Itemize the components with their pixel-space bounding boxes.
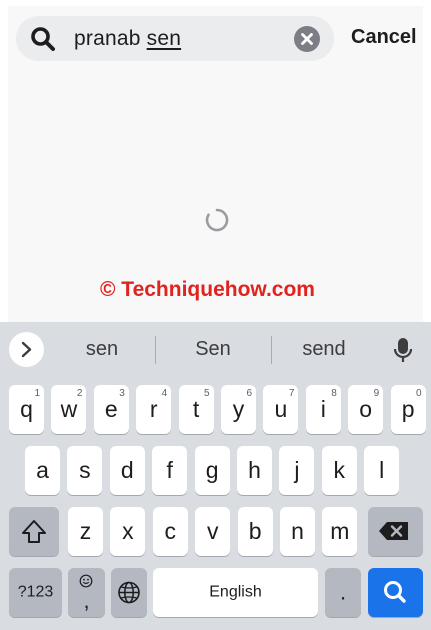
search-icon bbox=[384, 581, 406, 603]
suggestion-divider bbox=[155, 336, 156, 364]
comma-label: , bbox=[83, 588, 90, 613]
key-n[interactable]: n bbox=[280, 507, 315, 556]
suggestion-1[interactable]: sen bbox=[52, 338, 152, 361]
key-label: g bbox=[205, 456, 219, 483]
key-b[interactable]: b bbox=[237, 507, 273, 556]
key-label: t bbox=[192, 395, 200, 422]
chevron-right-icon bbox=[21, 341, 32, 358]
key-j[interactable]: j bbox=[279, 446, 315, 495]
key-o[interactable]: o9 bbox=[348, 385, 384, 434]
key-a[interactable]: a bbox=[25, 446, 60, 495]
key-m[interactable]: m bbox=[322, 507, 358, 556]
key-label: d bbox=[120, 456, 134, 483]
key-label: r bbox=[149, 395, 158, 422]
key-label: h bbox=[248, 456, 261, 483]
backspace-icon bbox=[379, 522, 408, 540]
key-label: y bbox=[232, 395, 245, 422]
key-hint: 3 bbox=[119, 388, 125, 399]
key-hint: 4 bbox=[161, 388, 168, 399]
key-k[interactable]: k bbox=[321, 446, 357, 495]
suggestion-2[interactable]: Sen bbox=[163, 338, 263, 361]
key-i[interactable]: i8 bbox=[305, 385, 341, 434]
expand-suggestions-button[interactable] bbox=[9, 332, 44, 367]
key-label: e bbox=[104, 395, 118, 422]
suggestion-3[interactable]: send bbox=[274, 338, 374, 361]
suggestion-bar: sen Sen send bbox=[0, 322, 431, 378]
results-area: © Techniquehow.com bbox=[8, 70, 423, 322]
search-input[interactable]: pranab sen bbox=[16, 16, 334, 61]
key-r[interactable]: r4 bbox=[136, 385, 172, 434]
key-hint: 0 bbox=[416, 388, 422, 399]
key-label: q bbox=[20, 395, 33, 422]
key-hint: 5 bbox=[204, 388, 210, 399]
key-label: x bbox=[122, 517, 134, 544]
key-hint: 1 bbox=[34, 388, 40, 399]
key-x[interactable]: x bbox=[110, 507, 146, 556]
key-p[interactable]: p0 bbox=[390, 385, 426, 434]
globe-icon bbox=[118, 581, 140, 604]
key-w[interactable]: w2 bbox=[51, 385, 87, 434]
period-label: . bbox=[339, 578, 347, 604]
period-key[interactable]: . bbox=[325, 568, 361, 617]
shift-key[interactable] bbox=[9, 507, 59, 556]
symbols-key[interactable]: ?123 bbox=[9, 568, 62, 617]
search-submit-key[interactable] bbox=[368, 568, 423, 617]
key-s[interactable]: s bbox=[67, 446, 103, 495]
key-hint: 9 bbox=[373, 388, 380, 399]
backspace-key[interactable] bbox=[368, 507, 423, 556]
search-query: pranab sen bbox=[74, 27, 182, 50]
watermark: © Techniquehow.com bbox=[100, 278, 315, 301]
key-label: u bbox=[274, 395, 288, 422]
key-hint: 7 bbox=[288, 388, 295, 399]
shift-icon bbox=[22, 520, 46, 543]
clear-search-button[interactable] bbox=[294, 26, 320, 52]
key-c[interactable]: c bbox=[152, 507, 188, 556]
key-d[interactable]: d bbox=[109, 446, 145, 495]
key-label: f bbox=[166, 456, 173, 483]
key-label: k bbox=[333, 456, 346, 483]
key-q[interactable]: q1 bbox=[9, 385, 44, 434]
key-hint: 6 bbox=[246, 388, 252, 399]
key-label: b bbox=[248, 517, 262, 544]
key-g[interactable]: g bbox=[194, 446, 230, 495]
key-t[interactable]: t5 bbox=[178, 385, 214, 434]
key-z[interactable]: z bbox=[68, 507, 103, 556]
search-bar-row: pranab sen Cancel bbox=[8, 6, 423, 70]
key-f[interactable]: f bbox=[152, 446, 188, 495]
space-key[interactable]: English bbox=[153, 568, 318, 617]
language-key[interactable] bbox=[111, 568, 147, 617]
suggestion-divider bbox=[271, 336, 272, 364]
key-y[interactable]: y6 bbox=[221, 385, 256, 434]
key-v[interactable]: v bbox=[195, 507, 231, 556]
key-label: z bbox=[79, 517, 92, 544]
key-label: n bbox=[291, 517, 304, 544]
key-label: a bbox=[36, 456, 49, 483]
space-key-label: English bbox=[209, 583, 262, 601]
key-label: j bbox=[294, 456, 300, 483]
key-label: w bbox=[60, 395, 78, 422]
key-hint: 2 bbox=[76, 388, 83, 399]
cancel-button[interactable]: Cancel bbox=[351, 26, 417, 49]
key-label: o bbox=[359, 395, 373, 422]
key-h[interactable]: h bbox=[237, 446, 272, 495]
key-hint: 8 bbox=[331, 388, 337, 399]
key-label: i bbox=[320, 395, 326, 422]
emoji-comma-key[interactable]: , bbox=[68, 568, 105, 617]
key-label: s bbox=[79, 456, 91, 483]
key-label: p bbox=[401, 395, 415, 422]
key-label: c bbox=[164, 517, 177, 544]
key-label: l bbox=[379, 456, 385, 483]
microphone-icon[interactable] bbox=[392, 336, 414, 364]
search-icon bbox=[31, 27, 55, 51]
key-e[interactable]: e3 bbox=[93, 385, 129, 434]
key-label: v bbox=[206, 517, 219, 544]
loading-spinner-icon bbox=[205, 208, 229, 232]
symbols-key-label: ?123 bbox=[17, 583, 54, 601]
keyboard: sen Sen send q1w2e3r4t5y6u7i8o9p0 asdfgh… bbox=[0, 322, 431, 630]
close-icon bbox=[301, 33, 313, 45]
key-u[interactable]: u7 bbox=[263, 385, 299, 434]
emoji-icon bbox=[79, 574, 93, 588]
key-label: m bbox=[330, 517, 350, 544]
key-l[interactable]: l bbox=[364, 446, 400, 495]
